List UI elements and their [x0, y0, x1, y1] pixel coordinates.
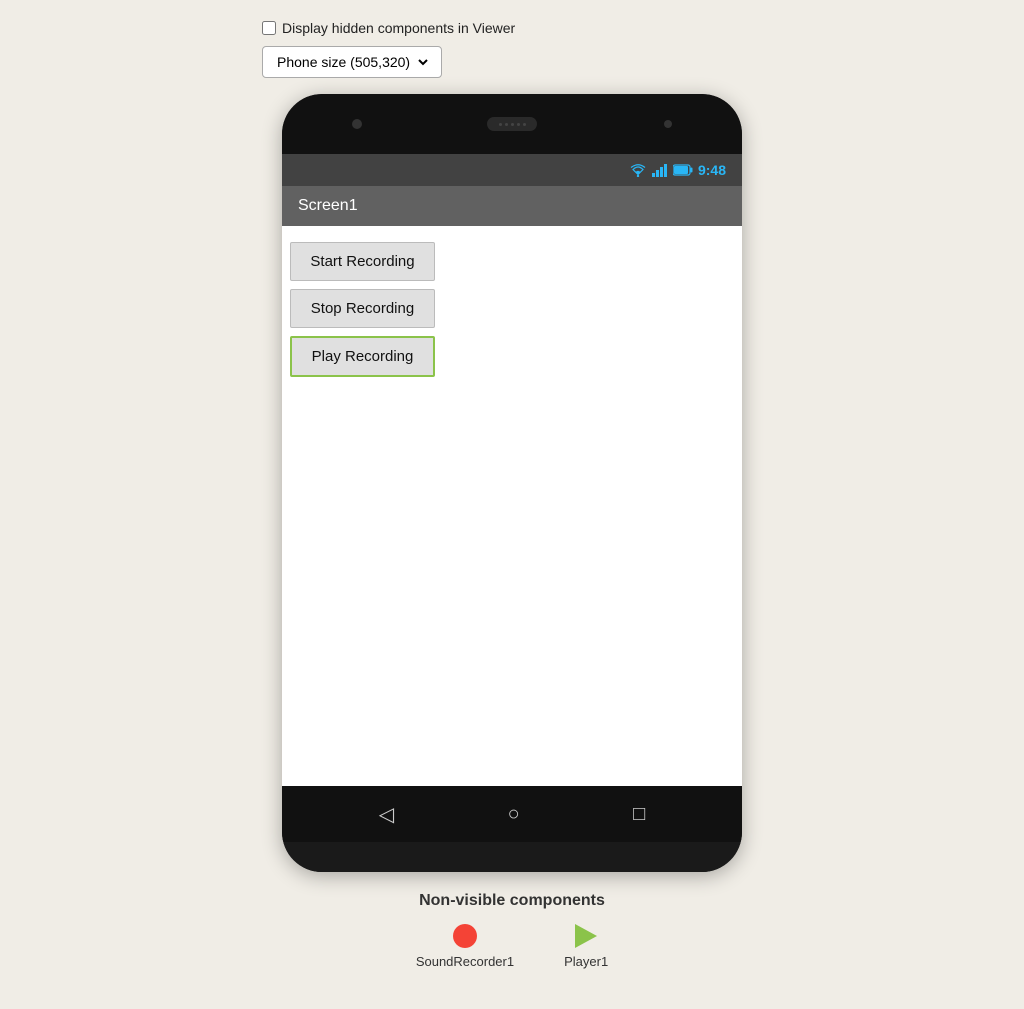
- recents-nav-icon[interactable]: □: [633, 803, 645, 826]
- player-item: Player1: [564, 924, 608, 969]
- phone-frame: 9:48 Screen1 Start Recording Stop Record…: [282, 94, 742, 872]
- checkbox-label: Display hidden components in Viewer: [282, 20, 515, 36]
- phone-bottom-bar: [282, 842, 742, 872]
- non-visible-title: Non-visible components: [416, 892, 608, 910]
- non-visible-items: SoundRecorder1 Player1: [416, 924, 608, 969]
- phone-speaker: [487, 117, 537, 131]
- stop-recording-button[interactable]: Stop Recording: [290, 289, 435, 328]
- size-select[interactable]: Phone size (505,320) Tablet size (1024,7…: [273, 53, 431, 71]
- phone-camera: [352, 119, 362, 129]
- back-nav-icon[interactable]: ◁: [379, 802, 394, 827]
- phone-speaker-dots: [499, 123, 526, 126]
- hidden-components-checkbox[interactable]: [262, 21, 276, 35]
- nav-bar: ◁ ○ □: [282, 786, 742, 842]
- signal-icon: [652, 164, 668, 177]
- phone-top-bar: [282, 94, 742, 154]
- size-dropdown-container[interactable]: Phone size (505,320) Tablet size (1024,7…: [262, 46, 442, 78]
- status-bar: 9:48: [282, 154, 742, 186]
- status-time: 9:48: [698, 162, 726, 178]
- battery-icon: [673, 164, 693, 176]
- play-recording-button[interactable]: Play Recording: [290, 336, 435, 377]
- sound-recorder-label: SoundRecorder1: [416, 954, 514, 969]
- phone-front-camera: [664, 120, 672, 128]
- non-visible-section: Non-visible components SoundRecorder1 Pl…: [416, 892, 608, 969]
- top-controls: Display hidden components in Viewer Phon…: [262, 20, 762, 78]
- sound-recorder-icon: [453, 924, 477, 948]
- app-title: Screen1: [298, 197, 358, 215]
- app-title-bar: Screen1: [282, 186, 742, 226]
- checkbox-row: Display hidden components in Viewer: [262, 20, 515, 36]
- start-recording-button[interactable]: Start Recording: [290, 242, 435, 281]
- sound-recorder-item: SoundRecorder1: [416, 924, 514, 969]
- player-icon: [575, 924, 597, 948]
- home-nav-icon[interactable]: ○: [508, 803, 520, 826]
- status-icons: 9:48: [629, 162, 726, 178]
- player-label: Player1: [564, 954, 608, 969]
- wifi-icon: [629, 164, 647, 177]
- screen-content: Start Recording Stop Recording Play Reco…: [282, 226, 742, 786]
